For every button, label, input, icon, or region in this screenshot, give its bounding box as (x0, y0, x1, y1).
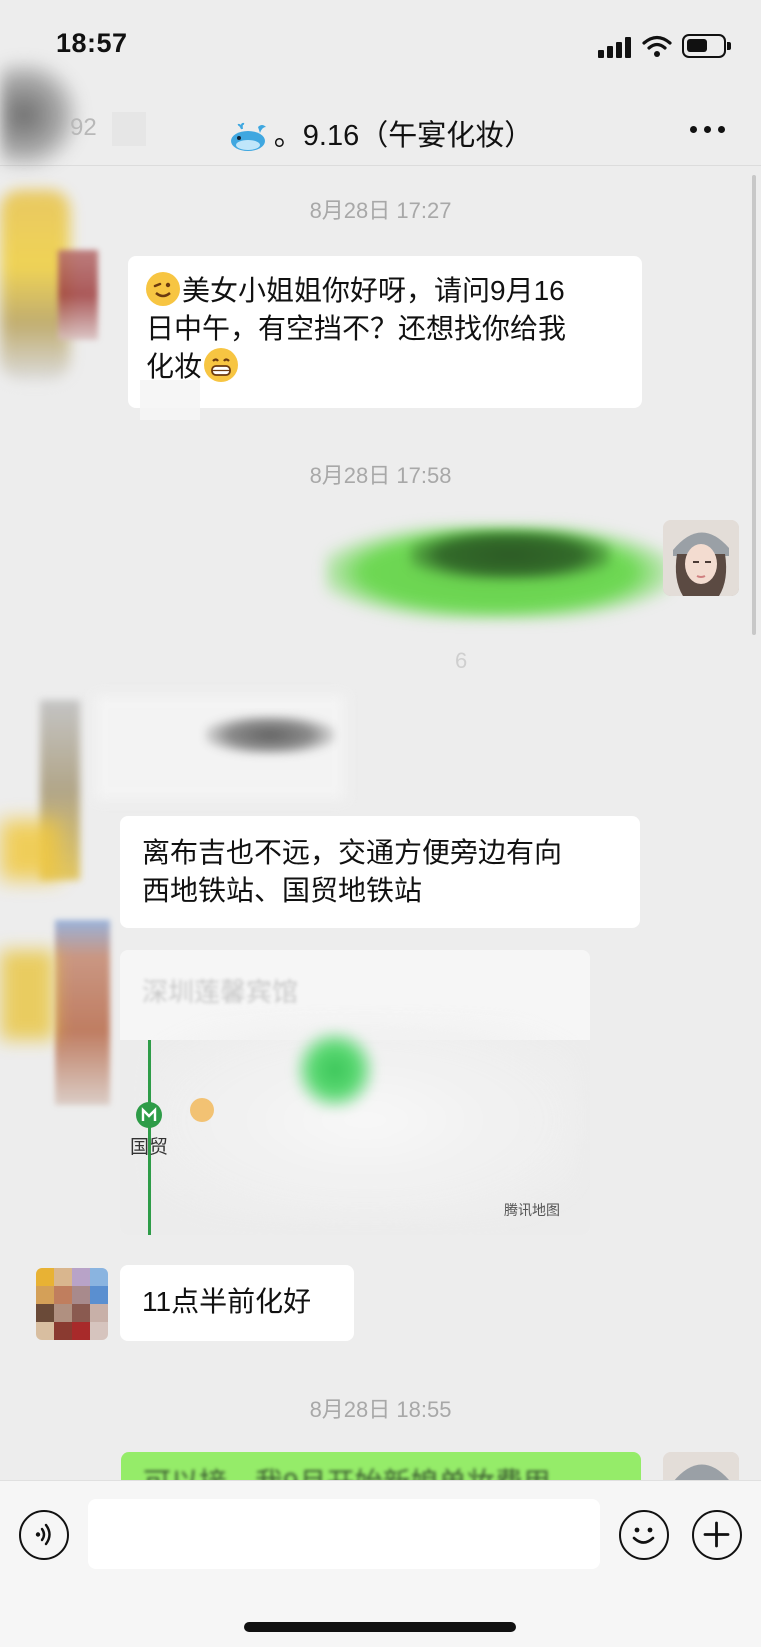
message-text: 离布吉也不远，交通方便旁边有向 (142, 837, 563, 868)
scribble-mark (410, 530, 610, 580)
avatar-blurred (0, 820, 60, 880)
avatar-pixelated (58, 250, 98, 340)
chat-title-text: 。9.16（午宴化妆） (273, 120, 534, 152)
timestamp: 8月28日 17:58 (309, 463, 452, 488)
metro-station-icon (136, 1102, 162, 1128)
scribble-mark (205, 715, 335, 755)
message-text: 化妆 (146, 351, 203, 382)
poi-icon (190, 1098, 214, 1122)
message-text: 日中午，有空挡不？还想找你给我 (146, 313, 567, 344)
message-bubble-incoming[interactable]: 11点半前化好 (120, 1265, 354, 1341)
contact-avatar-pixelated[interactable] (36, 1268, 108, 1340)
redaction-block (140, 380, 200, 420)
grin-emoji-icon (204, 348, 239, 382)
wifi-icon (642, 35, 672, 57)
status-time: 18:57 (56, 28, 128, 58)
more-options-icon[interactable] (690, 126, 730, 136)
station-label: 国贸 (130, 1137, 169, 1158)
whale-icon (230, 123, 266, 152)
location-card[interactable]: 深圳莲馨宾馆 国贸 腾讯地图 (120, 950, 590, 1235)
chat-header: 92 。9.16（午宴化妆） (0, 60, 761, 170)
avatar-blurred (0, 950, 55, 1040)
timestamp: 8月28日 18:55 (309, 1397, 452, 1422)
plus-icon (703, 1521, 730, 1548)
battery-icon (682, 34, 731, 58)
map-scribble (295, 1030, 375, 1110)
status-bar: 18:57 (0, 0, 761, 88)
message-line: 化妆 (146, 348, 624, 386)
message-line: 美女小姐姐你好呀，请问9月16 (146, 272, 624, 310)
more-actions-button[interactable] (692, 1510, 742, 1560)
message-text: 西地铁站、国贸地铁站 (142, 875, 423, 906)
timestamp: 8月28日 17:27 (309, 198, 452, 223)
message-text: 11点半前化好 (142, 1286, 312, 1317)
blurred-timestamp-fragment: 6 (455, 648, 468, 673)
message-bubble-incoming[interactable]: 离布吉也不远，交通方便旁边有向 西地铁站、国贸地铁站 (120, 816, 640, 928)
message-bubble-incoming[interactable]: 美女小姐姐你好呀，请问9月16 日中午，有空挡不？还想找你给我 化妆 (128, 256, 642, 408)
avatar-pixelated[interactable] (55, 920, 110, 1105)
scrollbar[interactable] (752, 175, 756, 635)
profile-photo (663, 520, 739, 596)
location-title: 深圳莲馨宾馆 (142, 977, 299, 1007)
message-text: 美女小姐姐你好呀，请问9月16 (182, 275, 565, 306)
voice-input-button[interactable] (19, 1510, 69, 1560)
my-avatar[interactable] (663, 520, 739, 596)
voice-icon (35, 1523, 51, 1546)
home-indicator[interactable] (244, 1622, 516, 1632)
wink-emoji-icon (146, 272, 180, 306)
cellular-signal-icon (598, 36, 634, 58)
map-provider-label: 腾讯地图 (504, 1202, 560, 1218)
message-input[interactable] (88, 1499, 600, 1569)
emoji-button[interactable] (619, 1510, 669, 1560)
chat-title: 。9.16（午宴化妆） (0, 112, 761, 154)
smiley-icon (632, 1527, 655, 1544)
